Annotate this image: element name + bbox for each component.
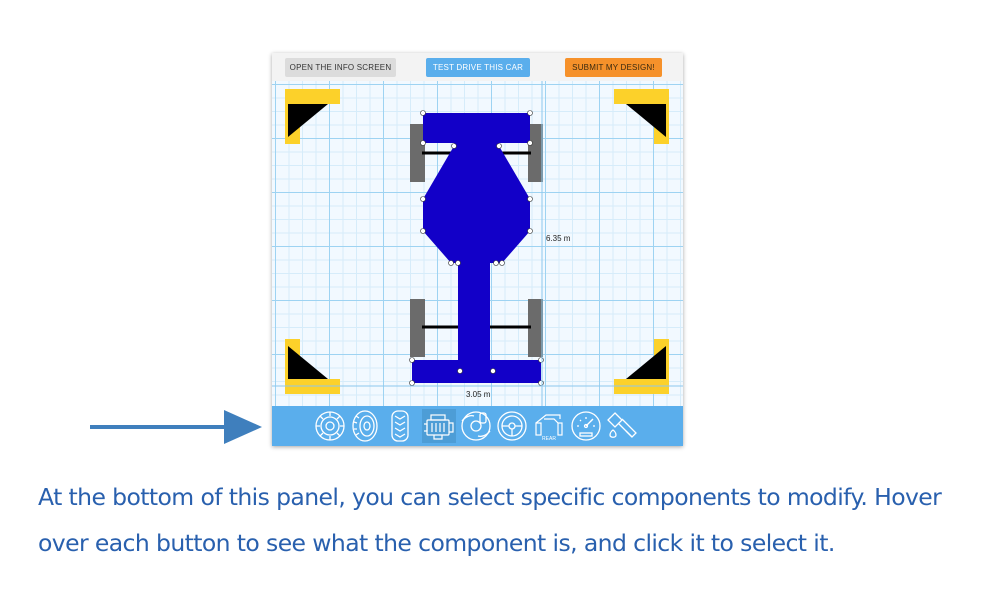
submit-design-button[interactable]: SUBMIT MY DESIGN! [565,58,662,77]
brake-disc-icon [461,411,491,441]
speedometer-icon [571,411,601,441]
tire-side-button[interactable] [348,409,382,443]
component-bar: REAR [272,406,683,446]
tire-front-icon [315,411,345,441]
speedometer-button[interactable] [569,409,603,443]
corner-marker-top-left [285,89,340,144]
car-designer-panel: OPEN THE INFO SCREEN TEST DRIVE THIS CAR… [272,53,683,446]
paint-icon [607,412,637,438]
design-canvas[interactable]: 6.35 m 3.05 m [272,81,683,406]
open-info-screen-button[interactable]: OPEN THE INFO SCREEN [285,58,396,77]
toolbar: OPEN THE INFO SCREEN TEST DRIVE THIS CAR… [272,53,683,81]
steering-wheel-button[interactable] [495,409,529,443]
paint-button[interactable] [606,409,640,443]
tire-side-icon [352,410,378,442]
corner-marker-top-right [614,89,669,144]
rear-wing-button[interactable]: REAR [532,409,566,443]
width-label: 3.05 m [466,390,491,399]
steering-wheel-icon [497,411,527,441]
brake-disc-button[interactable] [459,409,493,443]
instruction-caption: At the bottom of this panel, you can sel… [38,483,942,557]
pointer-arrow-icon [90,410,262,444]
tire-tread-icon [391,410,409,442]
tire-tread-button[interactable] [383,409,417,443]
test-drive-button[interactable]: TEST DRIVE THIS CAR [426,58,530,77]
svg-text:REAR: REAR [542,436,556,442]
engine-button[interactable] [422,409,456,443]
tire-front-button[interactable] [313,409,347,443]
engine-icon [424,414,454,440]
length-label: 6.35 m [546,234,571,243]
rear-wing-icon: REAR [535,414,563,442]
